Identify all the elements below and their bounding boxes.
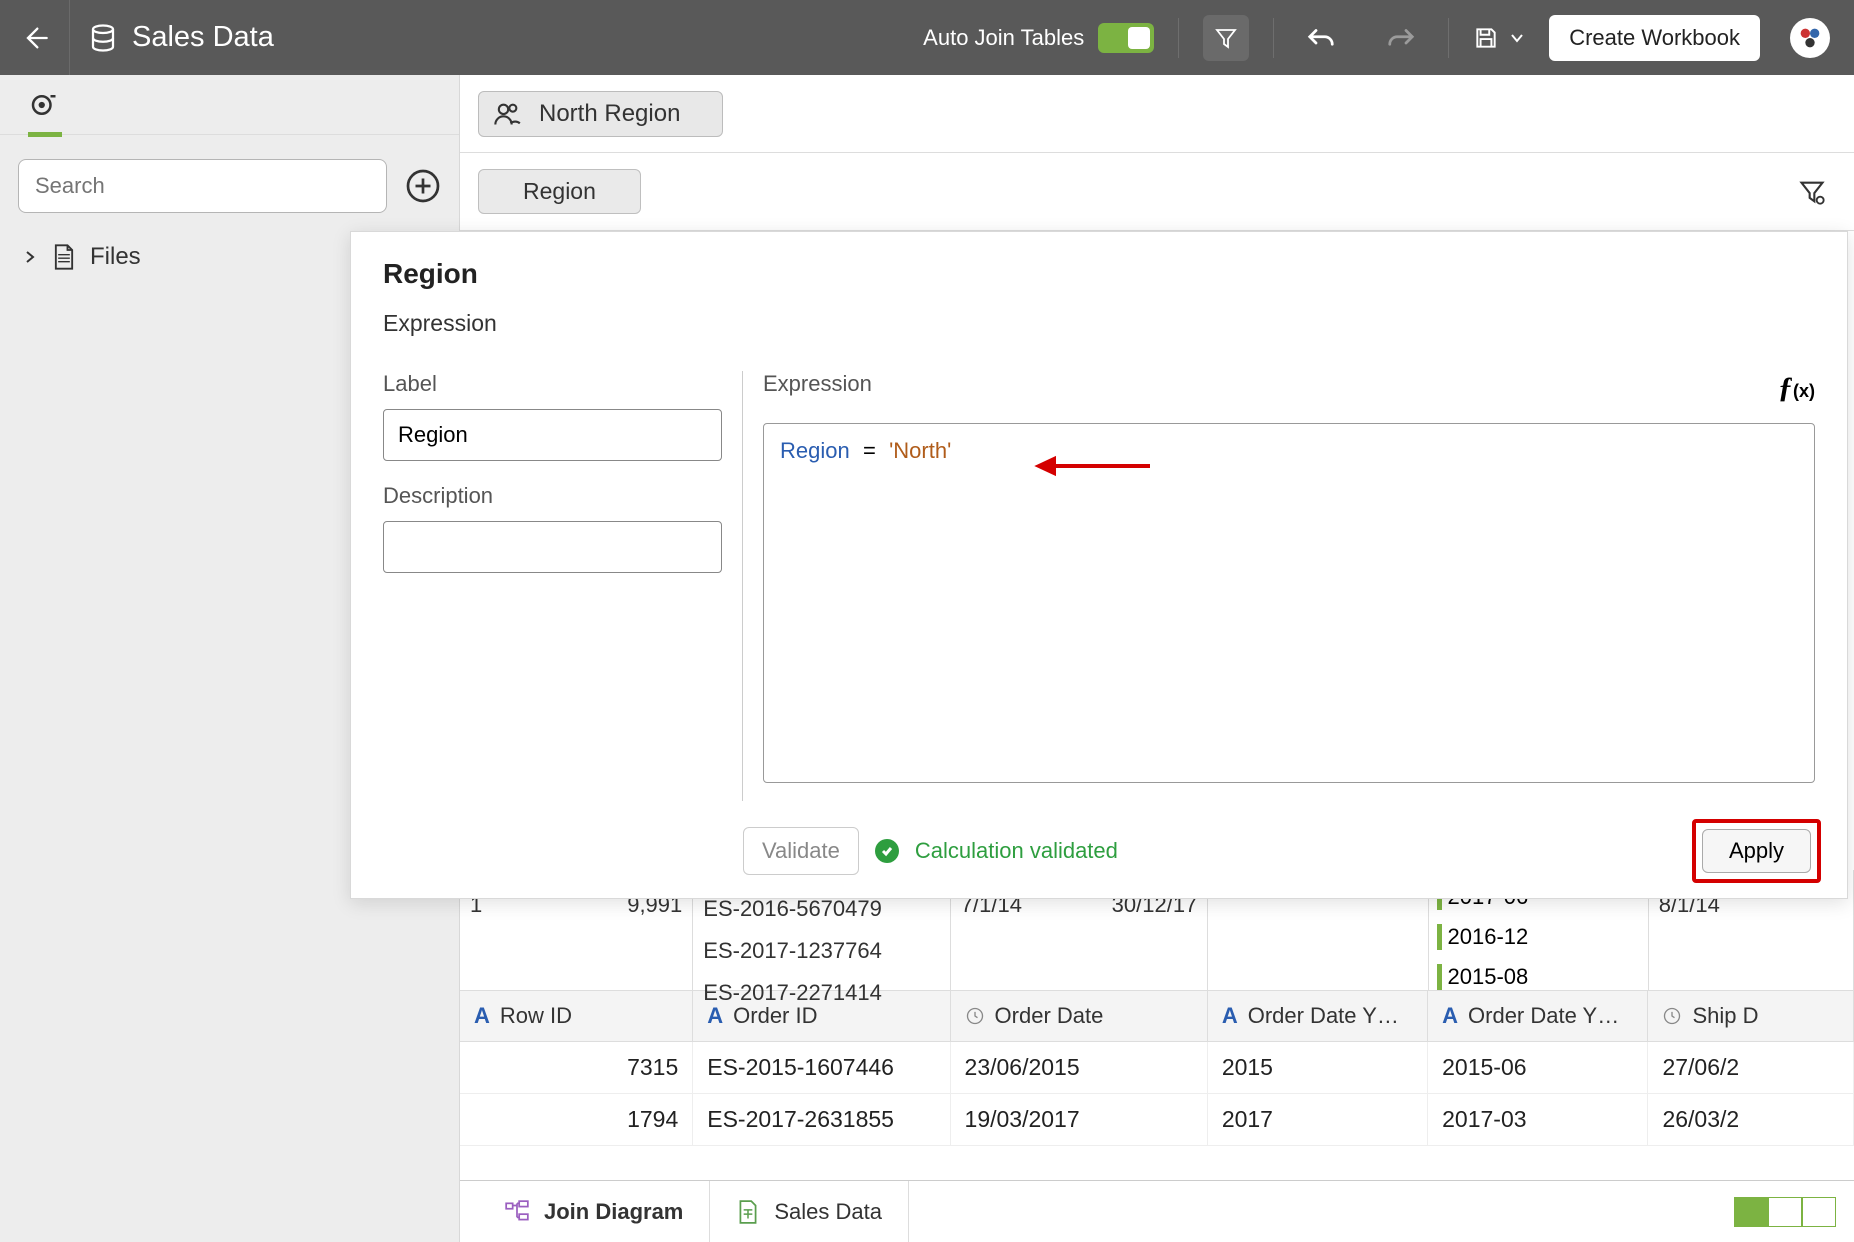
bottom-tabs: Join Diagram Sales Data [460,1180,1854,1242]
annotation-arrow-icon [1024,455,1154,477]
target-icon[interactable] [28,90,58,120]
apply-button[interactable]: Apply [1702,829,1811,873]
clock-icon [1662,1006,1682,1026]
expression-textarea[interactable]: Region = 'North' [763,423,1815,783]
tab-join-diagram[interactable]: Join Diagram [478,1181,710,1242]
auto-join-toggle-group: Auto Join Tables [923,23,1154,53]
redo-icon [1386,25,1416,51]
fx-icon[interactable]: ƒ(x) [1778,371,1815,405]
filter-bar: Region [460,153,1854,231]
label-input[interactable] [383,409,722,461]
view-split-icon[interactable] [1734,1197,1768,1227]
expression-editor-popup: Region Expression Label Description Expr… [350,231,1848,899]
table-row[interactable]: 7315 ES-2015-1607446 23/06/2015 2015 201… [460,1042,1854,1094]
filter-button[interactable] [1203,15,1249,61]
add-button[interactable] [405,168,441,204]
data-grid: 19,991 ES-2016-5670479 ES-2017-1237764 E… [460,870,1854,1180]
diagram-icon [504,1199,530,1225]
validate-button[interactable]: Validate [743,827,859,875]
save-dropdown[interactable] [1473,25,1525,51]
filter-chip-region[interactable]: Region [478,169,641,214]
funnel-icon [1214,26,1238,50]
files-label: Files [90,243,141,271]
filter-settings-icon[interactable] [1798,178,1826,206]
app-logo[interactable] [1790,18,1830,58]
redo-button[interactable] [1378,15,1424,61]
description-field-label: Description [383,483,722,509]
description-input[interactable] [383,521,722,573]
chevron-right-icon [22,249,38,265]
chevron-down-icon [1509,30,1525,46]
auto-join-label: Auto Join Tables [923,25,1084,51]
back-button[interactable] [0,0,70,75]
role-bar: North Region [460,75,1854,153]
expression-field-label: Expression [763,371,872,397]
undo-icon [1306,25,1336,51]
arrow-left-icon [21,24,49,52]
save-icon [1473,25,1499,51]
apply-highlight: Apply [1692,819,1821,883]
grid-header: ARow ID AOrder ID Order Date AOrder Date… [460,991,1854,1042]
clock-icon [965,1006,985,1026]
create-workbook-button[interactable]: Create Workbook [1549,15,1760,61]
search-input[interactable] [18,159,387,213]
page-title: Sales Data [132,21,274,54]
topbar: Sales Data Auto Join Tables Create Workb… [0,0,1854,75]
tab-sales-data[interactable]: Sales Data [710,1181,909,1242]
validation-status: Calculation validated [915,838,1118,864]
expression-tab[interactable]: Expression [383,310,1815,337]
sheet-icon [736,1199,760,1225]
view-top-icon[interactable] [1768,1197,1802,1227]
role-chip[interactable]: North Region [478,91,723,137]
file-icon [52,243,76,271]
people-icon [493,100,521,128]
auto-join-toggle[interactable] [1098,23,1154,53]
table-row[interactable]: 1794 ES-2017-2631855 19/03/2017 2017 201… [460,1094,1854,1146]
view-grid-icon[interactable] [1802,1197,1836,1227]
database-icon [88,23,118,53]
role-chip-label: North Region [539,100,680,128]
label-field-label: Label [383,371,722,397]
undo-button[interactable] [1298,15,1344,61]
check-circle-icon [875,839,899,863]
popup-title: Region [383,258,1815,290]
view-switcher[interactable] [1734,1197,1836,1227]
